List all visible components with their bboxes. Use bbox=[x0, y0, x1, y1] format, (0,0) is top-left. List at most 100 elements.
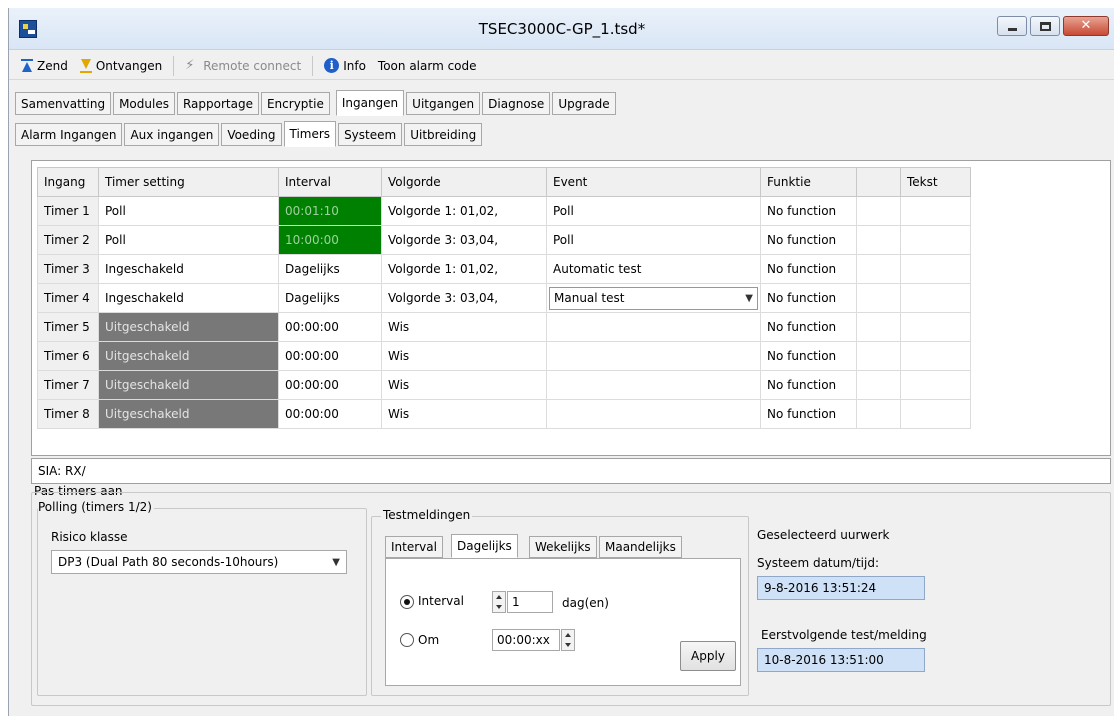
column-header[interactable]: Event bbox=[546, 167, 761, 197]
event-dropdown[interactable]: Manual test ▼ bbox=[549, 286, 758, 310]
volgorde-cell[interactable]: Volgorde 3: 03,04, bbox=[381, 225, 547, 255]
timer-setting-cell[interactable]: Ingeschakeld bbox=[98, 283, 279, 313]
event-cell[interactable] bbox=[546, 341, 761, 371]
tab-wekelijks[interactable]: Wekelijks bbox=[529, 536, 597, 558]
table-row[interactable]: Timer 7 Uitgeschakeld 00:00:00 Wis No fu… bbox=[37, 370, 971, 400]
event-cell[interactable] bbox=[546, 370, 761, 400]
tab-maandelijks[interactable]: Maandelijks bbox=[599, 536, 682, 558]
interval-cell[interactable]: Dagelijks bbox=[278, 283, 382, 313]
info-button[interactable]: i Info bbox=[318, 54, 372, 78]
row-header[interactable]: Timer 6 bbox=[37, 341, 99, 371]
tekst-cell[interactable] bbox=[900, 399, 971, 429]
remote-connect-button[interactable]: ⚡ Remote connect bbox=[179, 54, 307, 78]
row-header[interactable]: Timer 8 bbox=[37, 399, 99, 429]
tekst-cell[interactable] bbox=[900, 254, 971, 284]
funktie-cell[interactable]: No function bbox=[760, 399, 857, 429]
funktie-cell[interactable]: No function bbox=[760, 283, 857, 313]
timer-setting-cell[interactable]: Uitgeschakeld bbox=[98, 399, 279, 429]
column-header[interactable]: Timer setting bbox=[98, 167, 279, 197]
tab-voeding[interactable]: Voeding bbox=[221, 123, 282, 146]
interval-radio[interactable] bbox=[400, 595, 414, 609]
at-time-spinner-arrows[interactable] bbox=[561, 629, 575, 651]
funktie-cell[interactable]: No function bbox=[760, 341, 857, 371]
funktie-cell[interactable]: No function bbox=[760, 312, 857, 342]
interval-cell[interactable]: 00:00:00 bbox=[278, 370, 382, 400]
at-time-input[interactable]: 00:00:xx bbox=[492, 629, 560, 651]
extra-cell[interactable] bbox=[856, 399, 901, 429]
funktie-cell[interactable]: No function bbox=[760, 370, 857, 400]
tab-rapportage[interactable]: Rapportage bbox=[176, 92, 259, 115]
event-cell[interactable] bbox=[546, 312, 761, 342]
timer-setting-cell[interactable]: Poll bbox=[98, 225, 279, 255]
tekst-cell[interactable] bbox=[900, 225, 971, 255]
volgorde-cell[interactable]: Wis bbox=[381, 312, 547, 342]
tekst-cell[interactable] bbox=[900, 370, 971, 400]
volgorde-cell[interactable]: Volgorde 1: 01,02, bbox=[381, 254, 547, 284]
tab-aux-ingangen[interactable]: Aux ingangen bbox=[124, 123, 220, 146]
tab-modules[interactable]: Modules bbox=[113, 92, 175, 115]
row-header[interactable]: Timer 5 bbox=[37, 312, 99, 342]
timer-setting-cell[interactable]: Ingeschakeld bbox=[98, 254, 279, 284]
tab-uitbreiding[interactable]: Uitbreiding bbox=[404, 123, 483, 146]
column-header[interactable]: Interval bbox=[278, 167, 382, 197]
volgorde-cell[interactable]: Wis bbox=[381, 341, 547, 371]
receive-button[interactable]: Ontvangen bbox=[74, 54, 168, 78]
extra-cell[interactable] bbox=[856, 341, 901, 371]
maximize-button[interactable] bbox=[1030, 16, 1060, 36]
row-header[interactable]: Timer 7 bbox=[37, 370, 99, 400]
interval-cell[interactable]: Dagelijks bbox=[278, 254, 382, 284]
interval-cell[interactable]: 00:00:00 bbox=[278, 312, 382, 342]
interval-cell[interactable]: 10:00:00 bbox=[278, 225, 382, 255]
interval-cell[interactable]: 00:01:10 bbox=[278, 196, 382, 226]
interval-cell[interactable]: 00:00:00 bbox=[278, 399, 382, 429]
column-header[interactable]: Funktie bbox=[760, 167, 857, 197]
tekst-cell[interactable] bbox=[900, 196, 971, 226]
row-header[interactable]: Timer 2 bbox=[37, 225, 99, 255]
column-header[interactable]: Volgorde bbox=[381, 167, 547, 197]
show-alarm-code-button[interactable]: Toon alarm code bbox=[372, 54, 483, 78]
tab-systeem[interactable]: Systeem bbox=[338, 123, 403, 146]
tab-diagnose[interactable]: Diagnose bbox=[482, 92, 551, 115]
interval-spinner-arrows[interactable] bbox=[492, 591, 506, 613]
minimize-button[interactable] bbox=[997, 16, 1027, 36]
event-cell[interactable]: Poll bbox=[546, 196, 761, 226]
timer-setting-cell[interactable]: Uitgeschakeld bbox=[98, 341, 279, 371]
row-header[interactable]: Timer 3 bbox=[37, 254, 99, 284]
extra-cell[interactable] bbox=[856, 254, 901, 284]
risk-class-select[interactable]: DP3 (Dual Path 80 seconds-10hours) ▼ bbox=[51, 550, 347, 574]
close-button[interactable]: ✕ bbox=[1063, 16, 1109, 36]
tab-encryptie[interactable]: Encryptie bbox=[260, 92, 330, 115]
row-header[interactable]: Timer 1 bbox=[37, 196, 99, 226]
tekst-cell[interactable] bbox=[900, 341, 971, 371]
column-header[interactable]: Ingang bbox=[37, 167, 99, 197]
tab-interval[interactable]: Interval bbox=[385, 536, 443, 558]
funktie-cell[interactable]: No function bbox=[760, 254, 857, 284]
timer-setting-cell[interactable]: Poll bbox=[98, 196, 279, 226]
extra-cell[interactable] bbox=[856, 196, 901, 226]
extra-cell[interactable] bbox=[856, 370, 901, 400]
timer-setting-cell[interactable]: Uitgeschakeld bbox=[98, 312, 279, 342]
tekst-cell[interactable] bbox=[900, 312, 971, 342]
event-cell[interactable]: Manual test ▼ bbox=[546, 283, 761, 313]
column-header[interactable] bbox=[856, 167, 901, 197]
funktie-cell[interactable]: No function bbox=[760, 196, 857, 226]
tab-samenvatting[interactable]: Samenvatting bbox=[15, 92, 112, 115]
extra-cell[interactable] bbox=[856, 225, 901, 255]
table-row[interactable]: Timer 5 Uitgeschakeld 00:00:00 Wis No fu… bbox=[37, 312, 971, 342]
volgorde-cell[interactable]: Volgorde 1: 01,02, bbox=[381, 196, 547, 226]
tab-alarm-ingangen[interactable]: Alarm Ingangen bbox=[15, 123, 123, 146]
volgorde-cell[interactable]: Wis bbox=[381, 399, 547, 429]
tab-dagelijks[interactable]: Dagelijks bbox=[451, 534, 518, 558]
table-row[interactable]: Timer 3 Ingeschakeld Dagelijks Volgorde … bbox=[37, 254, 971, 284]
column-header[interactable]: Tekst bbox=[900, 167, 971, 197]
extra-cell[interactable] bbox=[856, 312, 901, 342]
interval-cell[interactable]: 00:00:00 bbox=[278, 341, 382, 371]
tab-timers[interactable]: Timers bbox=[283, 121, 337, 147]
table-row[interactable]: Timer 6 Uitgeschakeld 00:00:00 Wis No fu… bbox=[37, 341, 971, 371]
volgorde-cell[interactable]: Volgorde 3: 03,04, bbox=[381, 283, 547, 313]
tab-uitgangen[interactable]: Uitgangen bbox=[406, 92, 481, 115]
table-row[interactable]: Timer 8 Uitgeschakeld 00:00:00 Wis No fu… bbox=[37, 399, 971, 429]
funktie-cell[interactable]: No function bbox=[760, 225, 857, 255]
event-cell[interactable]: Automatic test bbox=[546, 254, 761, 284]
table-row[interactable]: Timer 1 Poll 00:01:10 Volgorde 1: 01,02,… bbox=[37, 196, 971, 226]
